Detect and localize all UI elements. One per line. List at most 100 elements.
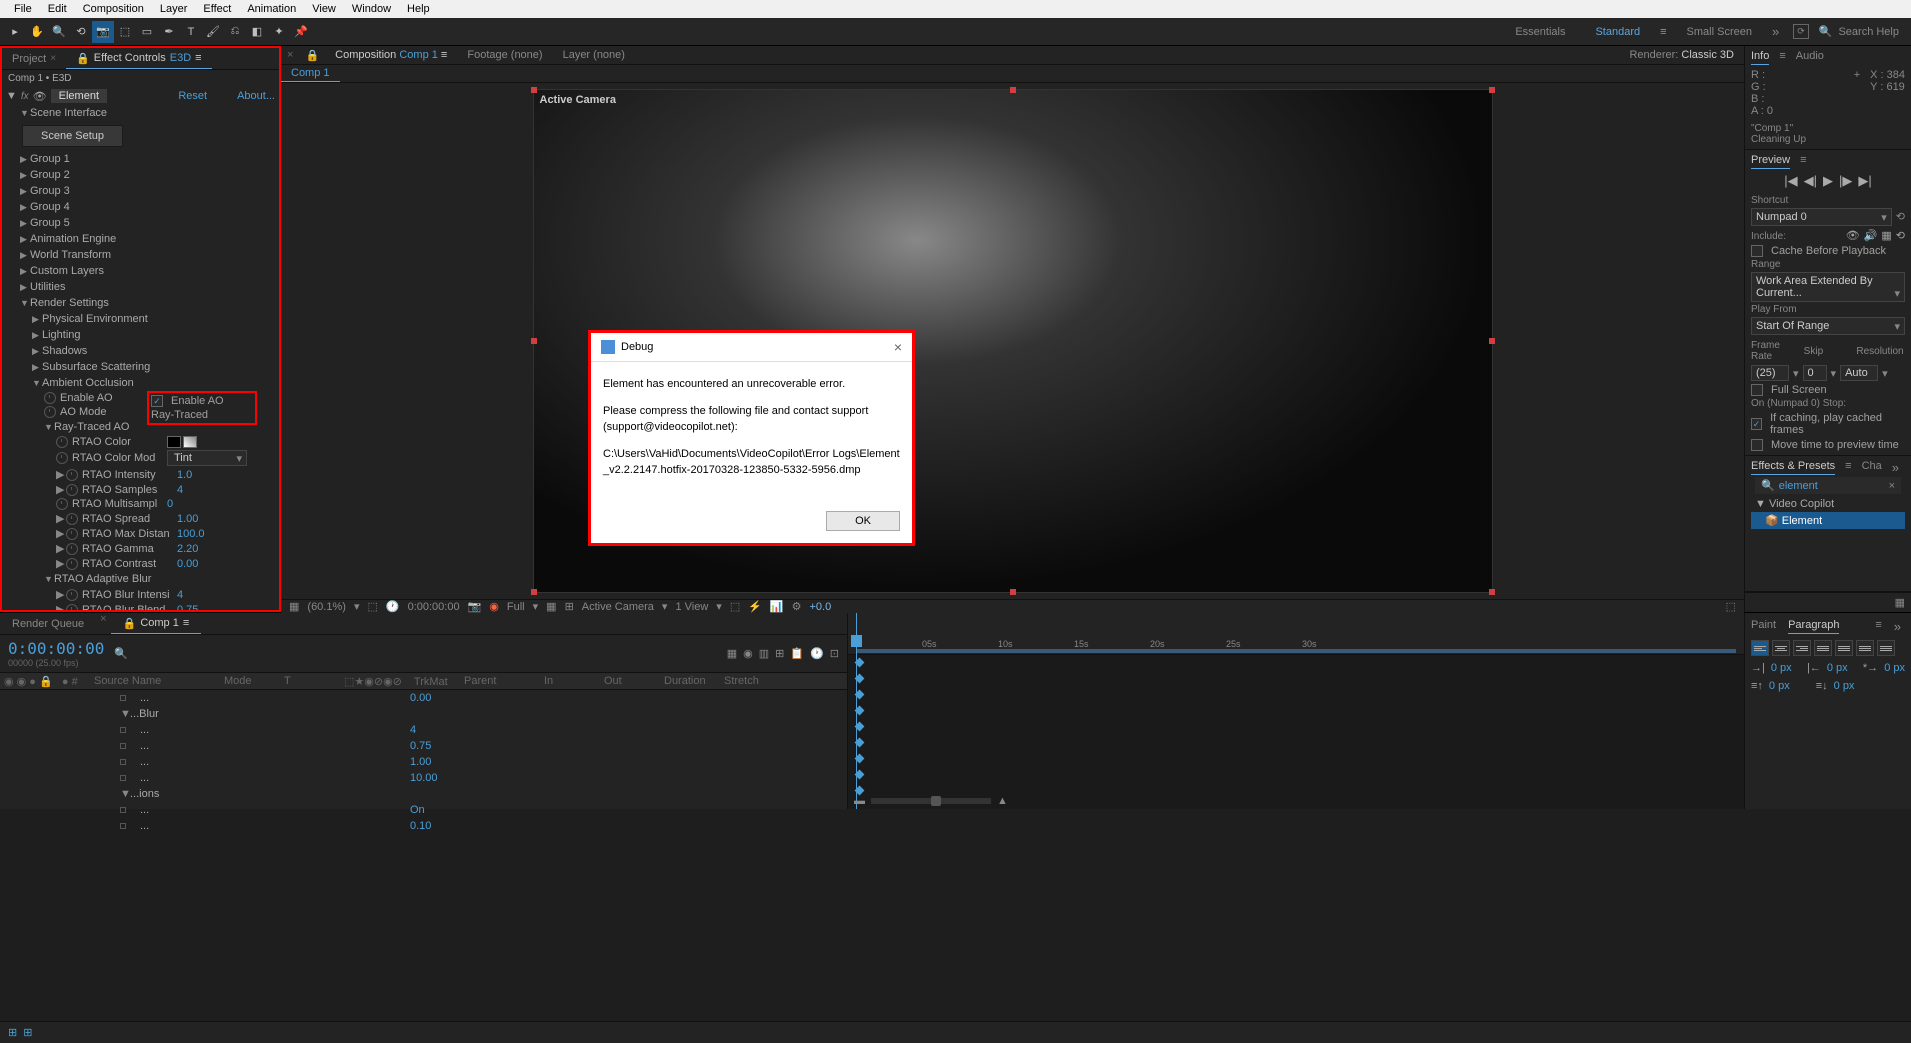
cache-before-checkbox[interactable] [1751,245,1763,257]
group-5[interactable]: Group 5 [2,215,279,231]
zoom-dropdown[interactable]: (60.1%) [307,601,346,613]
grid-icon[interactable]: ⊞ [565,600,574,613]
resolution-dropdown[interactable]: Full [507,601,525,613]
color-picker-icon[interactable] [183,436,197,448]
camera-dropdown[interactable]: Active Camera [582,601,654,613]
sync-icon[interactable]: ⟳ [1793,24,1809,39]
close-icon[interactable]: × [894,339,902,355]
footage-tab[interactable]: Footage (none) [457,46,552,64]
rect-tool[interactable]: ▭ [136,21,158,43]
panel-menu-icon[interactable]: ≡ [1800,154,1806,169]
transform-handle[interactable] [531,589,537,595]
menu-file[interactable]: File [6,3,40,15]
disclosure-icon[interactable]: ▶ [56,527,66,540]
zoom-out-icon[interactable]: ▬ [854,795,865,807]
group-4[interactable]: Group 4 [2,199,279,215]
physical-env-section[interactable]: Physical Environment [2,311,279,327]
rtao-max-dist-value[interactable]: 100.0 [177,528,205,540]
tl-icon[interactable]: ▦ [727,647,737,660]
comp-sub-tab[interactable]: Comp 1 [281,65,340,82]
stopwatch-icon[interactable] [66,528,78,540]
status-icon[interactable]: ⊞ [8,1026,17,1039]
resolution-input[interactable]: Auto [1840,365,1878,381]
menu-composition[interactable]: Composition [75,3,152,15]
playfrom-dropdown[interactable]: Start Of Range [1751,317,1905,335]
cha-tab[interactable]: Cha [1862,460,1882,475]
keyframe-icon[interactable] [855,674,865,684]
world-transform-section[interactable]: World Transform [2,247,279,263]
lighting-section[interactable]: Lighting [2,327,279,343]
fx-icon[interactable]: fx [21,91,29,102]
stopwatch-icon[interactable] [44,392,56,404]
workspace-menu-icon[interactable]: ≡ [1660,26,1666,38]
group-3[interactable]: Group 3 [2,183,279,199]
rtao-gamma-value[interactable]: 2.20 [177,543,198,555]
stopwatch-icon[interactable] [66,543,78,555]
scene-setup-button[interactable]: Scene Setup [22,125,123,147]
layer-tab[interactable]: Layer (none) [553,46,635,64]
text-tool[interactable]: T [180,21,202,43]
composition-tab[interactable]: Composition Comp 1 ≡ [325,46,457,64]
shadows-section[interactable]: Shadows [2,343,279,359]
panel-menu-icon[interactable]: ≡ [1875,619,1881,634]
tl-icon[interactable]: ⊡ [830,647,839,660]
disclosure-icon[interactable]: ▶ [56,557,66,570]
group-1[interactable]: Group 1 [2,151,279,167]
effect-controls-tab[interactable]: 🔒 Effect Controls E3D ≡ [66,48,211,69]
transform-handle[interactable] [531,338,537,344]
keyframe-icon[interactable] [855,738,865,748]
tl-icon[interactable]: 📋 [790,647,804,660]
rtao-contrast-value[interactable]: 0.00 [177,558,198,570]
prev-frame-button[interactable]: ◀| [1804,173,1817,189]
stopwatch-icon[interactable] [66,484,78,496]
renderer-dropdown[interactable]: Classic 3D [1681,49,1734,61]
transform-handle[interactable] [1010,589,1016,595]
stopwatch-icon[interactable] [66,558,78,570]
next-frame-button[interactable]: |▶ [1839,173,1852,189]
timeline-icon[interactable]: 📊 [770,600,784,613]
pan-behind-tool[interactable]: ⬚ [114,21,136,43]
menu-layer[interactable]: Layer [152,3,196,15]
clone-tool[interactable]: ⎌ [224,21,246,43]
video-icon[interactable]: 👁 [1846,229,1860,242]
shortcut-dropdown[interactable]: Numpad 0 [1751,208,1892,226]
enable-ao-checkbox[interactable] [151,395,163,407]
snapshot-icon[interactable]: 📷 [468,600,482,613]
magnification-icon[interactable]: ▦ [289,600,299,613]
space-before-value[interactable]: 0 px [1769,680,1790,692]
group-2[interactable]: Group 2 [2,167,279,183]
views-dropdown[interactable]: 1 View [675,601,708,613]
selection-tool[interactable]: ▸ [4,21,26,43]
rtao-samples-value[interactable]: 4 [177,484,183,496]
menu-edit[interactable]: Edit [40,3,75,15]
close-icon[interactable]: × [50,53,56,64]
indent-right-value[interactable]: 0 px [1827,662,1848,674]
loop-icon[interactable]: ⟲ [1896,229,1905,242]
disclosure-icon[interactable]: ▶ [56,603,66,610]
space-after-value[interactable]: 0 px [1834,680,1855,692]
timeline-ruler[interactable]: 05s 10s 15s 20s 25s 30s [848,613,1744,655]
menu-animation[interactable]: Animation [239,3,304,15]
transform-handle[interactable] [1489,338,1495,344]
disclosure-icon[interactable]: ▼ [6,90,17,102]
hand-tool[interactable]: ✋ [26,21,48,43]
ifcaching-checkbox[interactable] [1751,418,1762,430]
exposure-value[interactable]: +0.0 [810,601,832,613]
stopwatch-icon[interactable] [44,406,56,418]
disclosure-icon[interactable]: ▶ [56,468,66,481]
brush-tool[interactable]: 🖌 [202,21,224,43]
roto-tool[interactable]: ✦ [268,21,290,43]
lock-icon[interactable]: 🔒 [299,49,325,62]
skip-input[interactable]: 0 [1803,365,1827,381]
viewer-icon[interactable]: ⬚ [1726,600,1736,613]
range-dropdown[interactable]: Work Area Extended By Current... [1751,272,1905,302]
fullscreen-checkbox[interactable] [1751,384,1763,396]
orbit-tool[interactable]: ⟲ [70,21,92,43]
visibility-icon[interactable]: 👁 [33,90,47,103]
tl-icon[interactable]: ⊞ [775,647,784,660]
timeline-comp-tab[interactable]: 🔒Comp 1≡ [111,613,202,634]
work-area-bar[interactable] [856,649,1736,653]
keyframe-icon[interactable] [855,706,865,716]
eraser-tool[interactable]: ◧ [246,21,268,43]
channel-icon[interactable]: ◉ [489,600,499,613]
